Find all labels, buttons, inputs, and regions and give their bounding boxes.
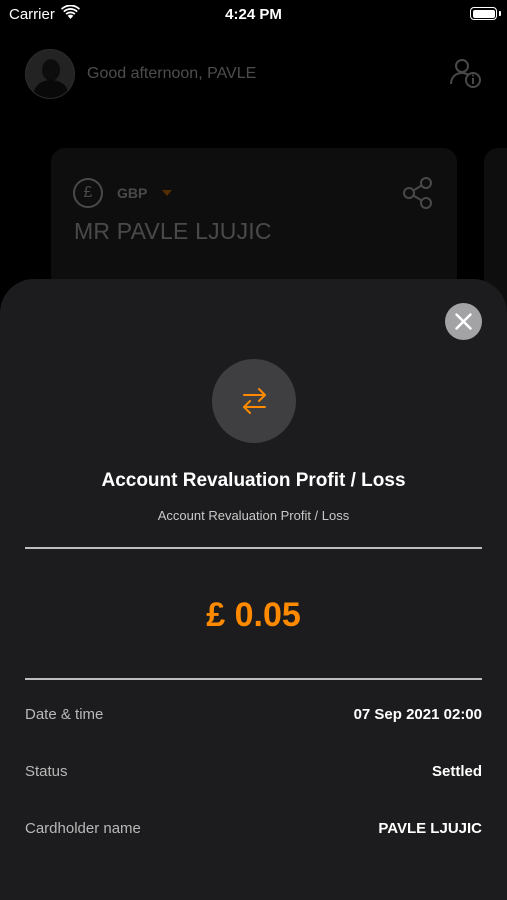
status-time: 4:24 PM xyxy=(225,6,282,23)
detail-row-date-time: Date & time 07 Sep 2021 02:00 xyxy=(25,706,482,726)
status-bar: Carrier 4:24 PM xyxy=(0,0,507,28)
transaction-description: Account Revaluation Profit / Loss xyxy=(157,508,350,523)
card-holder-name: MR PAVLE LJUJIC xyxy=(74,218,272,244)
greeting-text: Good afternoon, PAVLE xyxy=(87,65,257,82)
profile-info-icon[interactable] xyxy=(449,56,483,90)
divider xyxy=(25,678,482,680)
transaction-amount: £ 0.05 xyxy=(206,596,301,634)
transfer-arrows-icon xyxy=(243,388,266,414)
battery-icon xyxy=(470,7,497,20)
home-screen-background: Good afternoon, PAVLE £ GBP MR PAVLE LJU… xyxy=(0,28,507,318)
divider xyxy=(25,547,482,549)
detail-value: Settled xyxy=(431,763,482,780)
transaction-type-badge xyxy=(212,359,296,443)
close-button[interactable] xyxy=(445,303,482,340)
detail-label: Status xyxy=(25,763,68,780)
share-icon[interactable] xyxy=(401,176,435,210)
currency-icon: £ xyxy=(73,178,103,208)
chevron-down-icon[interactable] xyxy=(162,190,172,196)
avatar[interactable] xyxy=(25,49,75,99)
transaction-title: Account Revaluation Profit / Loss xyxy=(101,470,406,491)
close-icon xyxy=(455,313,472,330)
detail-label: Cardholder name xyxy=(25,820,141,837)
transaction-detail-sheet: Account Revaluation Profit / Loss Accoun… xyxy=(0,279,507,900)
detail-label: Date & time xyxy=(25,706,104,723)
detail-row-status: Status Settled xyxy=(25,763,482,783)
currency-code[interactable]: GBP xyxy=(117,185,147,201)
detail-row-cardholder-name: Cardholder name PAVLE LJUJIC xyxy=(25,820,482,840)
detail-value: 07 Sep 2021 02:00 xyxy=(353,706,482,723)
battery-tip xyxy=(499,11,501,16)
detail-value: PAVLE LJUJIC xyxy=(378,820,482,837)
